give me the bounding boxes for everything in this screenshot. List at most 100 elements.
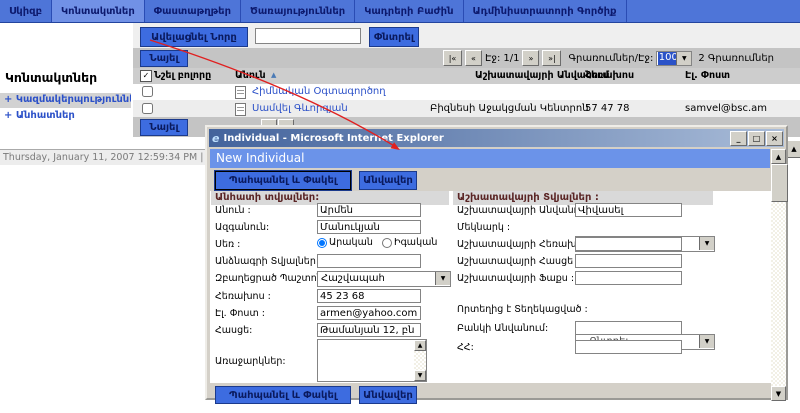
position-label: Զբաղեցրած Պաշտոն : — [215, 273, 329, 284]
scroll-up-icon[interactable]: ▲ — [771, 149, 786, 164]
phone-label: Հեռախոս : — [215, 291, 271, 302]
surname-label: Ազգանուն: — [215, 222, 269, 233]
gender-female-radio[interactable]: Իգական — [382, 237, 437, 248]
workplace-address-field[interactable] — [575, 254, 682, 268]
cancel-button[interactable]: Անվավեր — [359, 386, 417, 404]
bank-name-field[interactable] — [575, 321, 682, 335]
status-bar: Thursday, January 11, 2007 12:59:34 PM | — [0, 149, 219, 165]
nav-item-contacts[interactable]: Կոնտակտներ — [52, 0, 145, 22]
table-row: Սամվել Գևորգյան Բիզնեսի Աջակցման Կենտրոն… — [133, 100, 800, 117]
first-page-button[interactable]: |« — [443, 50, 462, 66]
add-new-button[interactable]: Ավելացնել Նորը — [140, 27, 248, 47]
list-toolbar-top: Նայել |« « Էջ: 1/1 » »| Գրառումներ/Էջ: 1… — [133, 48, 800, 68]
suggestions-label: Առաջարկներ: — [215, 356, 286, 367]
account-number-field[interactable] — [575, 340, 682, 354]
cell-email: samvel@bsc.am — [685, 103, 767, 114]
last-page-button[interactable]: »| — [542, 50, 561, 66]
nav-item-documents[interactable]: Փաստաթղթեր — [145, 0, 241, 22]
workplace-phone-label: Աշխատավայրի Հեռախոս: — [457, 239, 592, 250]
select-all-label[interactable]: Նշել բոլորը — [154, 70, 211, 81]
name-label: Անուն : — [215, 205, 251, 216]
plus-icon[interactable]: + — [4, 94, 12, 105]
per-page-select[interactable]: 100 ▼ — [656, 51, 692, 66]
gender-male-label: Արական — [329, 237, 373, 248]
surname-field[interactable] — [317, 220, 421, 234]
table-header-row: ✓ Նշել բոլորը Անուն ▲ Աշխատավայրի Անվանո… — [133, 68, 800, 84]
chevron-down-icon[interactable]: ▼ — [699, 237, 714, 250]
popup-titlebar[interactable]: e Individual - Microsoft Internet Explor… — [209, 129, 784, 147]
sidebar: Կոնտակտներ + Կազմակերպություններ + Անհատ… — [0, 22, 131, 148]
textarea-scrollbar[interactable]: ▲ ▼ — [414, 340, 426, 381]
contact-name-link[interactable]: Սամվել Գևորգյան — [252, 103, 348, 114]
next-page-button[interactable]: » — [522, 50, 539, 66]
workplace-phone-field[interactable] — [575, 237, 682, 251]
save-and-close-button[interactable]: Պահպանել և Փակել — [215, 171, 351, 190]
cell-workplace: Բիզնեսի Աջակցման Կենտրոն — [430, 103, 589, 114]
nav-item-hr[interactable]: Կադրերի Բաժին — [355, 0, 463, 22]
column-header-name[interactable]: Անուն — [235, 70, 266, 81]
phone-field[interactable] — [317, 289, 421, 303]
radio-female[interactable] — [382, 238, 392, 248]
status-datetime: Thursday, January 11, 2007 12:59:34 PM | — [3, 152, 203, 163]
sidebar-title: Կոնտակտներ — [5, 70, 97, 85]
scroll-down-icon[interactable]: ▼ — [771, 386, 786, 401]
popup-scrollbar[interactable]: ▲ ▼ — [771, 149, 786, 401]
plus-icon[interactable]: + — [4, 110, 12, 121]
search-input[interactable] — [255, 28, 361, 44]
scroll-down-icon[interactable]: ▼ — [414, 370, 426, 381]
popup-window: e Individual - Microsoft Internet Explor… — [205, 125, 788, 400]
sidebar-item-individuals[interactable]: + Անհատներ — [0, 109, 131, 124]
select-all-icon[interactable]: ✓ — [140, 70, 152, 82]
gender-male-radio[interactable]: Արական — [317, 237, 373, 248]
minimize-button[interactable]: _ — [730, 131, 747, 146]
chevron-down-icon[interactable]: ▼ — [435, 272, 450, 285]
save-and-close-button[interactable]: Պահպանել և Փակել — [215, 386, 351, 404]
scrollbar-thumb[interactable] — [771, 164, 788, 202]
contact-name-link[interactable]: Հիմնական Օգտագործող — [252, 86, 386, 97]
scrollbar-track[interactable] — [771, 164, 786, 386]
scrollbar-track[interactable] — [414, 351, 426, 370]
view-button[interactable]: Նայել — [140, 50, 188, 67]
per-page-value: 100 — [658, 52, 678, 65]
table-row: Հիմնական Օգտագործող — [133, 84, 800, 100]
address-field[interactable] — [317, 323, 421, 337]
close-button[interactable]: × — [766, 131, 783, 146]
column-header-phone[interactable]: Հեռախոս — [585, 70, 634, 81]
document-icon[interactable] — [235, 86, 246, 99]
sidebar-item-organizations[interactable]: + Կազմակերպություններ — [0, 93, 131, 108]
column-header-email[interactable]: Էլ. Փոստ — [685, 70, 730, 81]
maximize-button[interactable]: □ — [748, 131, 765, 146]
nav-item-admin-tools[interactable]: Ադմինիստրատորի Գործիք — [464, 0, 627, 22]
chevron-down-icon[interactable]: ▼ — [699, 335, 714, 348]
chevron-down-icon[interactable]: ▼ — [676, 52, 691, 65]
top-navbar: Սկիզբ Կոնտակտներ Փաստաթղթեր Ծառայություն… — [0, 0, 800, 23]
email-field[interactable] — [317, 306, 421, 320]
form-panel: Անհատի տվյալներ: Աշխատավայրի Տվյալներ : … — [210, 191, 771, 383]
workplace-name-field[interactable] — [575, 203, 682, 217]
page-scroll-up-icon[interactable]: ▲ — [786, 140, 800, 158]
position-select[interactable]: Հաշվապահ ▼ — [317, 271, 451, 287]
suggestions-textarea[interactable]: ▲ ▼ — [317, 339, 427, 382]
scroll-up-icon[interactable]: ▲ — [414, 340, 426, 351]
name-field[interactable] — [317, 203, 421, 217]
workplace-fax-field[interactable] — [575, 271, 682, 285]
passport-field[interactable] — [317, 254, 421, 268]
content-area: Ավելացնել Նորը Փնտրել Նայել |« « Էջ: 1/1… — [133, 22, 800, 137]
informed-from-label: Որտեղից է Տեղեկացված : — [457, 304, 588, 315]
workplace-address-label: Աշխատավայրի Հասցե : — [457, 256, 579, 267]
radio-male[interactable] — [317, 238, 327, 248]
sort-ascending-icon[interactable]: ▲ — [271, 71, 276, 79]
sidebar-item-label[interactable]: Կազմակերպություններ — [16, 94, 131, 105]
cell-phone: 57 47 78 — [585, 103, 630, 114]
nav-item-home[interactable]: Սկիզբ — [0, 0, 52, 22]
view-button[interactable]: Նայել — [140, 119, 188, 136]
row-checkbox[interactable] — [142, 86, 153, 97]
row-checkbox[interactable] — [142, 103, 153, 114]
search-button[interactable]: Փնտրել — [369, 27, 419, 47]
cancel-button[interactable]: Անվավեր — [359, 171, 417, 190]
sidebar-item-label[interactable]: Անհատներ — [16, 110, 75, 121]
prev-page-button[interactable]: « — [465, 50, 482, 66]
document-icon[interactable] — [235, 103, 246, 116]
nav-item-services[interactable]: Ծառայություններ — [241, 0, 355, 22]
passport-label: Անձնագրի Տվյալներ : — [215, 256, 322, 267]
